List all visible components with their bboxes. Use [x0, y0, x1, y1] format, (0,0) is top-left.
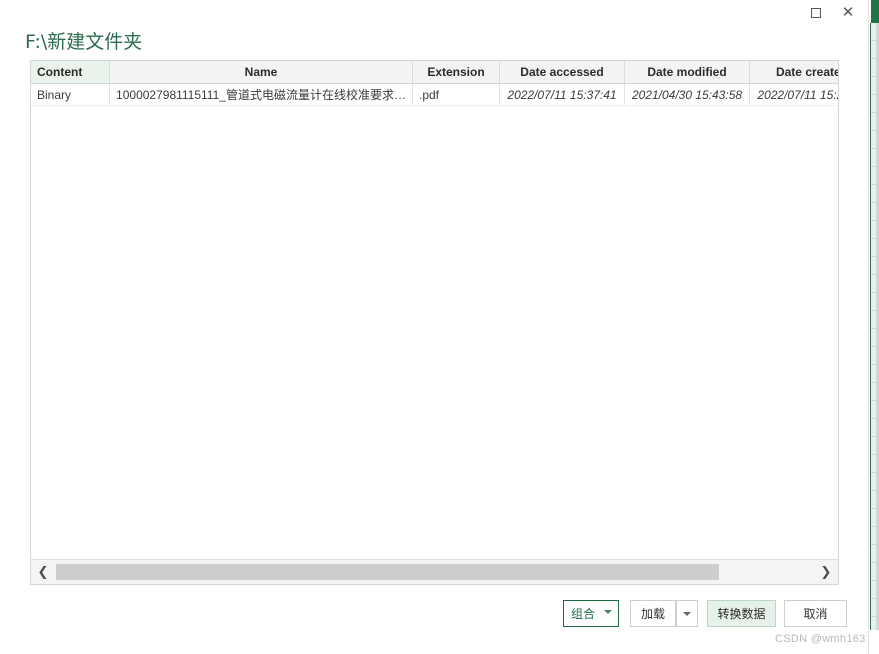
data-grid-viewport: Content Name Extension Date accessed Dat… [31, 61, 838, 559]
column-header-extension[interactable]: Extension [412, 61, 500, 84]
maximize-button[interactable] [801, 0, 831, 25]
transform-data-button[interactable]: 转换数据 [707, 600, 776, 627]
column-header-date-modified[interactable]: Date modified [624, 61, 750, 84]
close-x-icon: ✕ [841, 3, 855, 21]
horizontal-scrollbar[interactable]: ❮ ❯ [31, 559, 838, 584]
cell-content: Binary [31, 83, 110, 106]
cell-date-created: 2022/07/11 15:29:24 [749, 83, 838, 106]
column-header-name[interactable]: Name [109, 61, 413, 84]
cancel-button-label: 取消 [803, 607, 828, 621]
cell-date-accessed: 2022/07/11 15:37:41 [499, 83, 625, 106]
scroll-left-chevron-icon[interactable]: ❮ [31, 560, 55, 584]
load-button-label: 加载 [640, 607, 665, 621]
watermark-text: CSDN @wmh163 [775, 633, 866, 645]
table-header-row: Content Name Extension Date accessed Dat… [31, 61, 838, 84]
background-excel-ribbon [871, 0, 879, 23]
load-button[interactable]: 加载 [630, 600, 676, 627]
preview-pane: Content Name Extension Date accessed Dat… [30, 60, 839, 585]
combine-button-label: 组合 [571, 607, 596, 621]
load-dropdown-button[interactable] [676, 600, 698, 627]
import-preview-dialog: ✕ F:\新建文件夹 Content Name Extension Date a… [0, 0, 869, 654]
file-table: Content Name Extension Date accessed Dat… [31, 61, 838, 106]
background-excel-window [870, 0, 879, 654]
chevron-down-icon [604, 610, 612, 614]
maximize-square-icon [811, 7, 821, 18]
column-header-date-created[interactable]: Date created [749, 61, 838, 84]
transform-data-button-label: 转换数据 [717, 607, 766, 621]
cell-extension: .pdf [412, 83, 500, 106]
table-row[interactable]: Binary 1000027981115111_管道式电磁流量计在线校准要求… … [31, 83, 838, 106]
cell-name: 1000027981115111_管道式电磁流量计在线校准要求… [109, 83, 413, 106]
dialog-footer: 组合 加载 转换数据 取消 [0, 600, 869, 632]
cell-date-modified: 2021/04/30 15:43:58 [624, 83, 750, 106]
chevron-down-icon [683, 611, 691, 616]
scroll-right-chevron-icon[interactable]: ❯ [814, 560, 838, 584]
horizontal-scrollbar-thumb[interactable] [56, 564, 719, 580]
cancel-button[interactable]: 取消 [784, 600, 847, 627]
close-button[interactable]: ✕ [833, 0, 863, 25]
combine-button[interactable]: 组合 [563, 600, 619, 627]
page-title: F:\新建文件夹 [25, 31, 143, 53]
column-header-date-accessed[interactable]: Date accessed [499, 61, 625, 84]
column-header-content[interactable]: Content [31, 61, 110, 84]
dialog-titlebar: ✕ [0, 0, 869, 25]
